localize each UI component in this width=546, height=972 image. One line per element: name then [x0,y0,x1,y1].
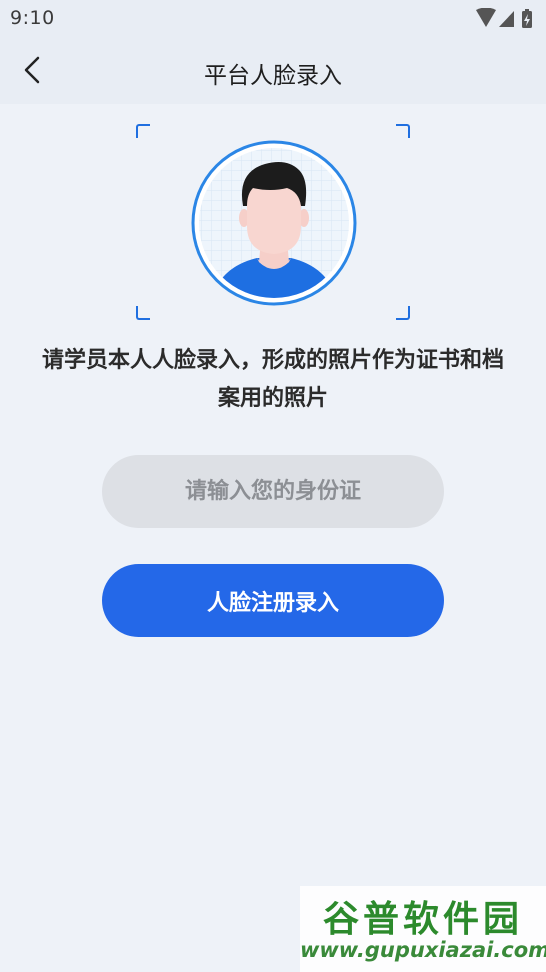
frame-corner-top-right [396,124,410,138]
nav-bar: 平台人脸录入 [0,36,546,104]
watermark-url: www.gupuxiazai.com [300,938,546,962]
instruction-text: 请学员本人人脸录入，形成的照片作为证书和档案用的照片 [41,348,504,411]
frame-corner-top-left [136,124,150,138]
watermark-title: 谷普软件园 [322,899,523,940]
id-number-input[interactable] [102,455,444,528]
watermark: 谷普软件园 www.gupuxiazai.com [300,886,546,972]
frame-corner-bottom-left [136,306,150,320]
battery-icon [522,9,532,28]
wifi-icon [476,8,496,27]
face-capture-frame[interactable] [136,124,410,320]
status-time: 9:10 [10,7,55,29]
face-register-button[interactable]: 人脸注册录入 [102,564,444,637]
status-bar: 9:10 [0,0,546,36]
face-avatar-icon [191,140,357,306]
status-icons [476,8,532,28]
frame-corner-bottom-right [396,306,410,320]
page-title: 平台人脸录入 [204,63,342,89]
signal-icon [499,11,514,27]
